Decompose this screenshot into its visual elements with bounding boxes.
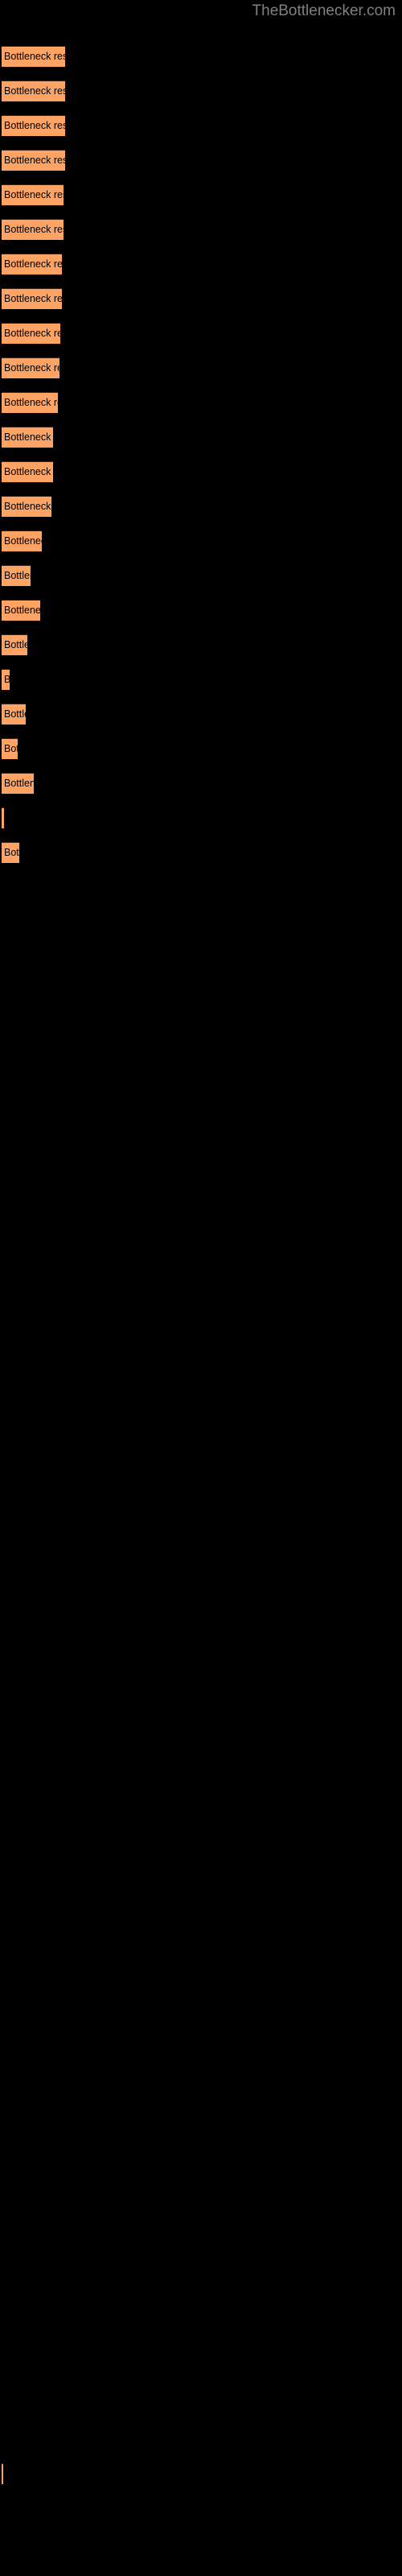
bar-11[interactable]: Bottleneck result (2, 392, 58, 413)
bar-10[interactable]: Bottleneck result (2, 357, 59, 378)
bar-label: Bottleneck result (4, 466, 53, 477)
bar-label: Bottleneck result (4, 120, 65, 131)
bar-12[interactable]: Bottleneck result (2, 427, 53, 448)
bar-17[interactable]: Bottleneck result (2, 600, 40, 621)
bar-19[interactable]: Bottleneck result (2, 669, 10, 690)
bar-label: Bottleneck result (4, 85, 65, 97)
bar-16[interactable]: Bottleneck result (2, 565, 31, 586)
bar-label: Bottleneck result (4, 431, 53, 443)
bar-label: Bottleneck result (4, 778, 34, 789)
bar-label: Bottleneck result (4, 570, 31, 581)
bar-22[interactable]: Bottleneck result (2, 773, 34, 794)
bar-5[interactable]: Bottleneck result (2, 184, 64, 205)
bar-label: Bottleneck result (4, 501, 51, 512)
bar-label: Bottleneck result (4, 639, 27, 650)
bar-3[interactable]: Bottleneck result (2, 115, 65, 136)
bar-9[interactable]: Bottleneck result (2, 323, 60, 344)
bar-label: Bottleneck result (4, 708, 26, 720)
bar-8[interactable]: Bottleneck result (2, 288, 62, 309)
bar-6[interactable]: Bottleneck result (2, 219, 64, 240)
bar-4[interactable]: Bottleneck result (2, 150, 65, 171)
bar-label: Bottleneck result (4, 189, 64, 200)
bottleneck-bar-chart: Bottleneck result Bottleneck result Bottle… (0, 0, 402, 2576)
bar-20[interactable]: Bottleneck result (2, 704, 26, 724)
bar-label: Bottleneck result (4, 743, 18, 754)
bar-label: Bottleneck result (4, 673, 10, 687)
bar-25[interactable]: Bottleneck result (2, 2463, 3, 2484)
bar-label: Bottleneck result (4, 258, 62, 270)
bar-21[interactable]: Bottleneck result (2, 738, 18, 759)
bar-15[interactable]: Bottleneck result (2, 530, 42, 551)
bar-label: Bottleneck result (4, 328, 60, 339)
bar-label: Bottleneck result (4, 155, 65, 166)
bar-18[interactable]: Bottleneck result (2, 634, 27, 655)
bar-label: Bottleneck result (4, 224, 64, 235)
bar-24[interactable]: Bottleneck result (2, 842, 19, 863)
bar-label: Bottleneck result (4, 397, 58, 408)
bar-label: Bottleneck result (4, 293, 62, 304)
bar-label: Bottleneck result (4, 362, 59, 374)
bar-label: Bottleneck result (4, 51, 65, 62)
bar-label: Bottleneck result (4, 847, 19, 858)
bar-label: Bottleneck result (4, 535, 42, 547)
bar-2[interactable]: Bottleneck result (2, 80, 65, 101)
bar-23[interactable]: Bottleneck result (2, 807, 4, 828)
bar-1[interactable]: Bottleneck result (2, 46, 65, 67)
bar-label: Bottleneck result (4, 605, 40, 616)
bar-7[interactable]: Bottleneck result (2, 254, 62, 275)
bar-14[interactable]: Bottleneck result (2, 496, 51, 517)
bar-13[interactable]: Bottleneck result (2, 461, 53, 482)
